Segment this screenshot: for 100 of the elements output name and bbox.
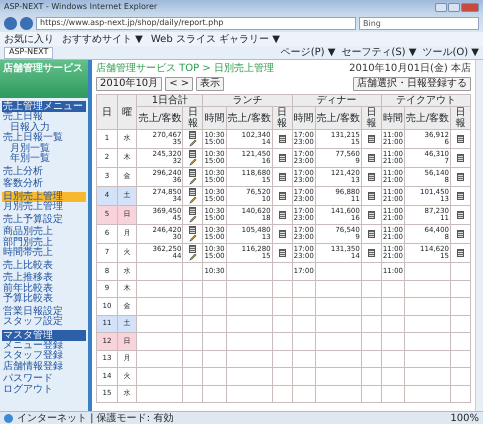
column-header: 売上/客数	[226, 106, 272, 130]
menu-link[interactable]: 日報入力	[2, 122, 86, 133]
document-icon[interactable]	[278, 134, 286, 143]
menu-link[interactable]: 売上推移表	[2, 273, 86, 284]
globe-icon	[4, 414, 13, 422]
document-icon[interactable]	[189, 206, 196, 215]
menu-link[interactable]: 店舗情報登録	[2, 362, 86, 372]
menu-link[interactable]: 月別一覧	[2, 144, 86, 154]
document-icon[interactable]	[457, 230, 464, 238]
menu-link[interactable]: 客数分析	[2, 179, 86, 190]
breadcrumb: 店舗管理サービス TOP > 日別売上管理	[96, 63, 274, 74]
document-icon[interactable]	[368, 248, 375, 257]
pencil-icon[interactable]	[188, 177, 197, 185]
document-icon[interactable]	[457, 154, 464, 162]
minimize-button[interactable]	[435, 2, 447, 12]
maximize-button[interactable]	[448, 2, 460, 12]
favorites-button[interactable]: お気に入り	[4, 34, 54, 44]
menu-link[interactable]: スタッフ登録	[2, 351, 86, 362]
column-header: 売上/客数	[404, 106, 450, 130]
document-icon[interactable]	[457, 192, 464, 200]
favorites-link[interactable]: Web スライス ギャラリー ▼	[150, 34, 280, 44]
group-header: 1日合計	[136, 94, 203, 106]
date-info: 2010年10月01日(金) 本店	[349, 63, 471, 74]
menu-link[interactable]: 売上日報	[2, 112, 86, 122]
group-header: ランチ	[202, 94, 292, 106]
close-button[interactable]	[461, 2, 479, 12]
menu-link[interactable]: 日別売上管理	[2, 192, 86, 202]
column-header: 曜	[118, 94, 137, 130]
pencil-icon[interactable]	[188, 234, 197, 242]
menu-link[interactable]: パスワード	[2, 374, 86, 384]
month-select[interactable]: 2010年10月	[96, 77, 162, 91]
menu-section-title: 売上管理メニュー	[2, 101, 86, 112]
document-icon[interactable]	[457, 172, 464, 181]
document-icon[interactable]	[368, 210, 375, 219]
document-icon[interactable]	[189, 226, 196, 234]
pencil-icon[interactable]	[188, 253, 197, 261]
document-icon[interactable]	[368, 134, 375, 143]
zoom-level[interactable]: 100%	[450, 412, 479, 424]
address-field[interactable]: https://www.asp-next.jp/shop/daily/report.php	[36, 16, 356, 30]
command-menu[interactable]: セーフティ(S) ▼	[341, 47, 416, 58]
document-icon[interactable]	[189, 168, 196, 177]
month-nav-button[interactable]: < >	[165, 77, 194, 91]
menu-link[interactable]: 売上日報一覧	[2, 133, 86, 144]
document-icon[interactable]	[189, 188, 196, 196]
favorites-link[interactable]: おすすめサイト ▼	[62, 34, 143, 44]
browser-tab[interactable]: ASP-NEXT	[4, 46, 54, 58]
command-menu[interactable]: ツール(O) ▼	[422, 47, 479, 58]
column-header: 日報	[182, 106, 203, 130]
document-icon[interactable]	[278, 210, 286, 219]
menu-link[interactable]: 前年比較表	[2, 284, 86, 294]
column-header: 売上/客数	[136, 106, 183, 130]
pencil-icon[interactable]	[188, 139, 197, 147]
menu-link[interactable]: メニュー登録	[2, 340, 86, 351]
column-header: 売上/客数	[315, 106, 362, 130]
register-button[interactable]: 店舗選択・日報登録する	[353, 77, 471, 91]
menu-link[interactable]: 売上予算設定	[2, 214, 86, 225]
document-icon[interactable]	[457, 134, 464, 143]
search-field[interactable]: Bing	[359, 16, 479, 30]
menu-link[interactable]: 年別一覧	[2, 154, 86, 164]
menu-link[interactable]: 月別売上管理	[2, 202, 86, 212]
document-icon[interactable]	[278, 230, 286, 238]
document-icon[interactable]	[189, 130, 196, 139]
back-button[interactable]	[4, 16, 17, 30]
column-header: 時間	[202, 106, 226, 130]
menu-link[interactable]: 時間帯売上	[2, 248, 86, 258]
document-icon[interactable]	[278, 154, 286, 162]
document-icon[interactable]	[368, 192, 375, 200]
menu-link[interactable]: 予算比較表	[2, 294, 86, 304]
document-icon[interactable]	[278, 172, 286, 181]
document-icon[interactable]	[278, 248, 286, 257]
document-icon[interactable]	[368, 230, 375, 238]
menu-link[interactable]: 営業日報設定	[2, 306, 86, 317]
pencil-icon[interactable]	[188, 158, 197, 166]
column-header: 時間	[381, 106, 404, 130]
pencil-icon[interactable]	[188, 215, 197, 223]
document-icon[interactable]	[278, 192, 286, 200]
document-icon[interactable]	[368, 154, 375, 162]
document-icon[interactable]	[368, 172, 375, 181]
forward-button[interactable]	[20, 16, 33, 30]
group-header: テイクアウト	[381, 94, 470, 106]
menu-link[interactable]: スタッフ設定	[2, 317, 86, 328]
column-header: 日報	[361, 106, 382, 130]
group-header: ディナー	[292, 94, 382, 106]
document-icon[interactable]	[189, 244, 196, 253]
document-icon[interactable]	[457, 248, 464, 257]
document-icon[interactable]	[457, 210, 464, 219]
service-title: 店舗管理サービス	[0, 60, 88, 98]
menu-link[interactable]: 商品別売上	[2, 227, 86, 238]
document-icon[interactable]	[189, 150, 196, 158]
column-header: 日	[96, 94, 118, 130]
menu-link[interactable]: 売上比較表	[2, 260, 86, 271]
menu-link[interactable]: 売上分析	[2, 166, 86, 177]
security-zone: インターネット | 保護モード: 有効	[17, 412, 174, 424]
command-menu[interactable]: ページ(P) ▼	[280, 47, 336, 58]
pencil-icon[interactable]	[188, 196, 197, 204]
show-button[interactable]: 表示	[196, 77, 224, 91]
menu-section-title: マスタ管理	[2, 330, 86, 340]
menu-link[interactable]: ログアウト	[2, 384, 86, 395]
menu-link[interactable]: 部門別売上	[2, 238, 86, 248]
column-header: 日報	[272, 106, 292, 130]
